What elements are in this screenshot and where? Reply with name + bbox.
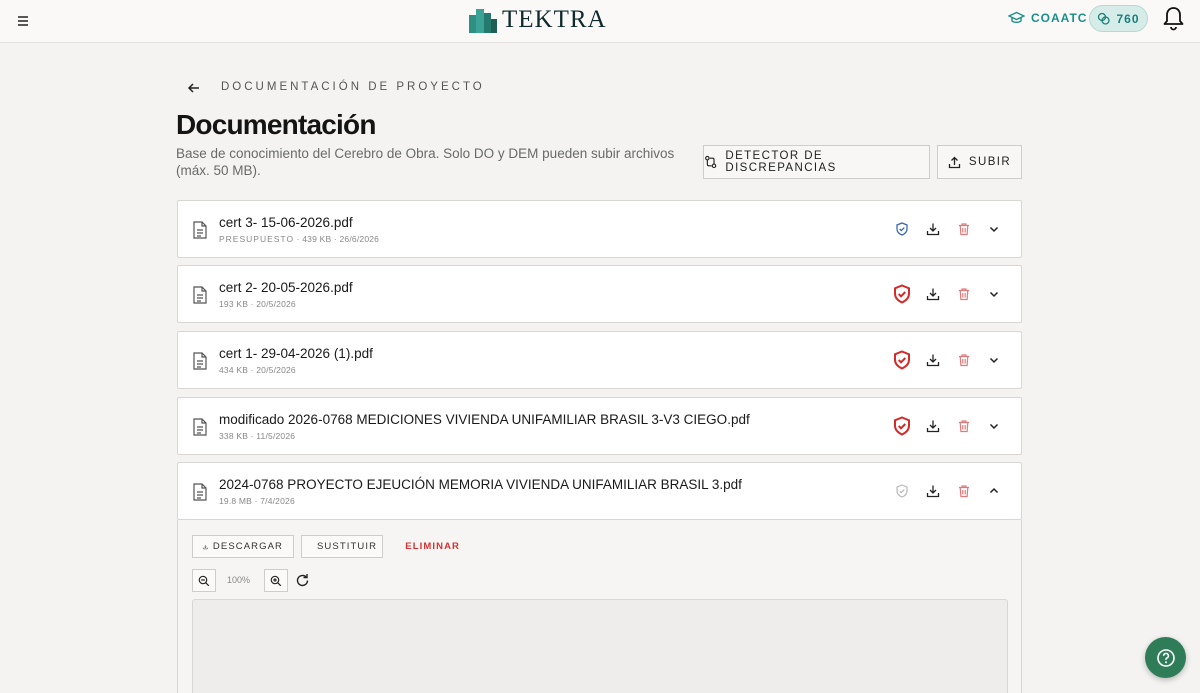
document-name[interactable]: 2024-0768 PROYECTO EJEUCIÓN MEMORIA VIVI…: [219, 477, 742, 492]
document-meta: PRESUPUESTO · 439 KB · 26/6/2026: [219, 234, 380, 244]
replace-label: SUSTITUIR: [317, 541, 378, 552]
document-name[interactable]: cert 1- 29-04-2026 (1).pdf: [219, 346, 373, 361]
download-button[interactable]: DESCARGAR: [192, 535, 294, 558]
document-meta: 434 KB · 20/5/2026: [219, 365, 296, 375]
credits-badge[interactable]: 760: [1089, 5, 1148, 32]
document-size-date: 439 KB · 26/6/2026: [302, 234, 380, 244]
zoom-out-icon: [198, 575, 210, 586]
unverified-shield-icon[interactable]: [892, 481, 912, 501]
trash-icon[interactable]: [954, 284, 974, 304]
trash-icon[interactable]: [954, 481, 974, 501]
file-icon: [193, 418, 207, 436]
file-icon: [193, 483, 207, 501]
help-button[interactable]: [1145, 637, 1186, 678]
document-row[interactable]: cert 3- 15-06-2026.pdf PRESUPUESTO · 439…: [177, 200, 1022, 258]
logo-text: TEKTRA: [502, 6, 607, 33]
breadcrumb: DOCUMENTACIÓN DE PROYECTO: [221, 81, 485, 93]
upload-label: SUBIR: [968, 156, 1012, 168]
file-icon: [193, 221, 207, 239]
chevron-up-icon[interactable]: [984, 481, 1004, 501]
org-label: COAATC: [1031, 11, 1088, 25]
page-title: Documentación: [176, 109, 376, 140]
document-name[interactable]: modificado 2026-0768 MEDICIONES VIVIENDA…: [219, 412, 750, 427]
document-meta: 19.8 MB · 7/4/2026: [219, 496, 295, 506]
org-switcher[interactable]: COAATC: [1008, 11, 1087, 25]
alert-shield-icon[interactable]: [892, 416, 912, 436]
graduation-cap-icon: [1008, 11, 1025, 24]
download-icon: [203, 544, 208, 549]
document-row[interactable]: cert 2- 20-05-2026.pdf 193 KB · 20/5/202…: [177, 265, 1022, 323]
chevron-down-icon[interactable]: [984, 219, 1004, 239]
delete-button[interactable]: ELIMINAR: [390, 535, 470, 558]
logo[interactable]: TEKTRA: [468, 5, 607, 35]
delete-label: ELIMINAR: [405, 541, 460, 552]
zoom-in-icon: [270, 575, 282, 586]
zoom-level: 100%: [227, 575, 251, 585]
document-row[interactable]: 2024-0768 PROYECTO EJEUCIÓN MEMORIA VIVI…: [177, 462, 1022, 520]
download-label: DESCARGAR: [212, 541, 283, 552]
menu-icon[interactable]: [14, 12, 32, 30]
download-icon[interactable]: [923, 481, 943, 501]
trash-icon[interactable]: [954, 219, 974, 239]
coins-icon: [1098, 12, 1111, 25]
download-icon[interactable]: [923, 416, 943, 436]
trash-icon[interactable]: [954, 416, 974, 436]
download-icon[interactable]: [923, 284, 943, 304]
chevron-down-icon[interactable]: [984, 350, 1004, 370]
trash-icon[interactable]: [954, 350, 974, 370]
logo-mark-icon: [469, 9, 497, 33]
download-icon[interactable]: [923, 219, 943, 239]
page-subtitle: Base de conocimiento del Cerebro de Obra…: [176, 146, 675, 178]
discrepancy-detector-button[interactable]: DETECTOR DE DISCREPANCIAS: [703, 145, 930, 179]
document-meta: 338 KB · 11/5/2026: [219, 431, 296, 441]
zoom-in-button[interactable]: [264, 569, 288, 592]
file-icon: [193, 286, 207, 304]
pdf-viewer[interactable]: [192, 599, 1008, 693]
help-icon: [1156, 648, 1175, 667]
document-tag: PRESUPUESTO: [219, 234, 295, 244]
compare-arrows-icon: [705, 155, 717, 169]
upload-icon: [948, 156, 961, 168]
document-preview-panel: DESCARGAR SUSTITUIR ELIMINAR 100%: [177, 520, 1022, 693]
download-icon[interactable]: [923, 350, 943, 370]
top-bar: TEKTRA COAATC 760: [0, 0, 1200, 43]
verified-shield-icon[interactable]: [892, 219, 912, 239]
file-icon: [193, 352, 207, 370]
chevron-down-icon[interactable]: [984, 416, 1004, 436]
chevron-down-icon[interactable]: [984, 284, 1004, 304]
detector-label: DETECTOR DE DISCREPANCIAS: [725, 150, 837, 174]
zoom-out-button[interactable]: [192, 569, 216, 592]
reset-zoom-icon[interactable]: [294, 572, 311, 589]
replace-button[interactable]: SUSTITUIR: [301, 535, 383, 558]
credits-count: 760: [1116, 11, 1140, 26]
document-name[interactable]: cert 3- 15-06-2026.pdf: [219, 215, 353, 230]
notifications-bell-icon[interactable]: [1161, 5, 1186, 32]
back-arrow-icon[interactable]: [186, 80, 202, 96]
alert-shield-icon[interactable]: [892, 284, 912, 304]
alert-shield-icon[interactable]: [892, 350, 912, 370]
document-row[interactable]: cert 1- 29-04-2026 (1).pdf 434 KB · 20/5…: [177, 331, 1022, 389]
upload-button[interactable]: SUBIR: [937, 145, 1022, 179]
document-name[interactable]: cert 2- 20-05-2026.pdf: [219, 280, 353, 295]
document-meta: 193 KB · 20/5/2026: [219, 299, 296, 309]
document-row[interactable]: modificado 2026-0768 MEDICIONES VIVIENDA…: [177, 397, 1022, 455]
